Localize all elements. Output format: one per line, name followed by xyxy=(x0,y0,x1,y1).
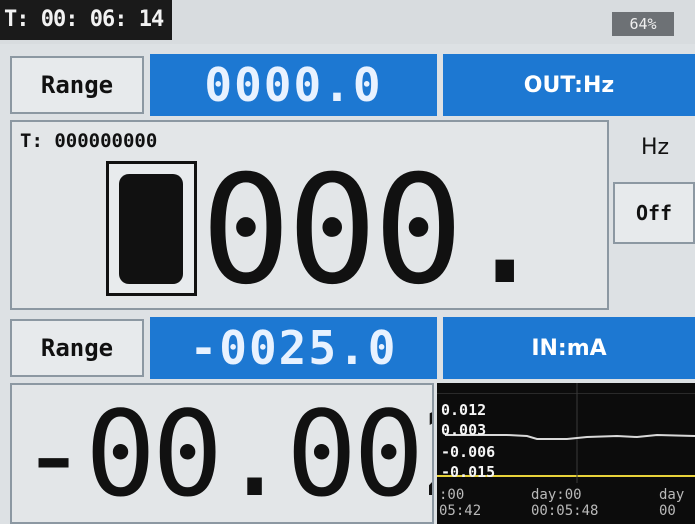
output-display-panel: T: 000000000 000. xyxy=(10,120,609,310)
output-unit: Hz xyxy=(640,134,670,160)
x-time-3: 00 xyxy=(659,503,676,519)
elapsed-timer: T: 00: 06: 14 xyxy=(0,0,172,40)
device-screen: T: 00: 06: 14 64% Range 0000.0 OUT:Hz T:… xyxy=(0,0,695,524)
input-display-panel: -00.002 xyxy=(10,383,434,524)
x-label-2: day:00 xyxy=(531,487,582,503)
y-tick-4: -0.015 xyxy=(441,463,496,481)
output-main-display: 000. xyxy=(106,144,550,318)
y-tick-2: 0.003 xyxy=(441,421,487,439)
input-mode-button[interactable]: IN:mA xyxy=(443,317,695,379)
output-counter: T: 000000000 xyxy=(20,130,158,152)
trend-graph[interactable]: 0.012 0.003 -0.006 -0.015 :00 day:00 day… xyxy=(437,383,695,524)
input-range-button[interactable]: Range xyxy=(10,319,144,377)
output-range-digits: 0000.0 xyxy=(204,58,383,112)
x-label-3: day xyxy=(659,487,685,503)
y-tick-1: 0.012 xyxy=(441,401,487,419)
y-tick-3: -0.006 xyxy=(441,443,496,461)
digit-cursor[interactable] xyxy=(106,161,197,296)
input-range-value[interactable]: -0025.0 xyxy=(150,317,437,379)
output-mode-button[interactable]: OUT:Hz xyxy=(443,54,695,116)
battery-indicator: 64% xyxy=(612,12,674,36)
input-reading: -00.002 xyxy=(18,384,432,523)
x-label-1: :00 xyxy=(439,487,465,503)
x-time-1: 05:42 xyxy=(439,503,482,519)
output-main-digits: 000. xyxy=(200,144,550,318)
output-toggle-button[interactable]: Off xyxy=(613,182,695,244)
status-bar: T: 00: 06: 14 64% xyxy=(0,0,695,44)
input-range-digits: -0025.0 xyxy=(189,321,398,375)
input-mode-label: IN:mA xyxy=(531,335,607,361)
output-range-button[interactable]: Range xyxy=(10,56,144,114)
output-mode-label: OUT:Hz xyxy=(523,72,615,98)
x-time-2: 00:05:48 xyxy=(531,503,599,519)
cursor-block xyxy=(119,173,184,284)
output-range-value[interactable]: 0000.0 xyxy=(150,54,437,116)
